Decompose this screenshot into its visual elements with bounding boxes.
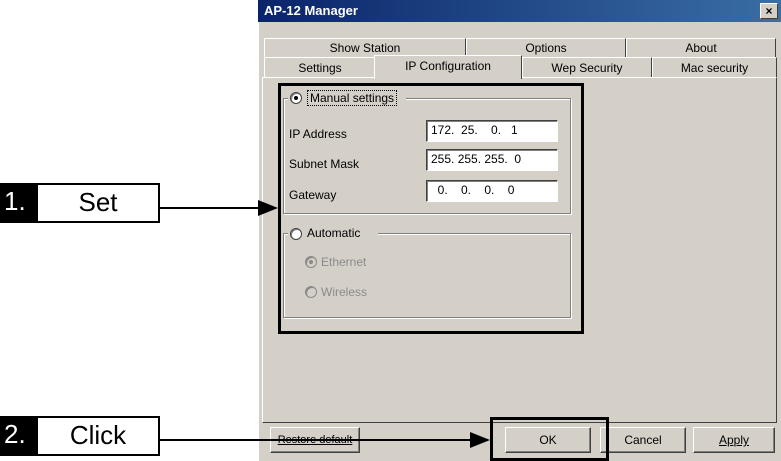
tab-ip-configuration[interactable]: IP Configuration bbox=[374, 55, 522, 79]
